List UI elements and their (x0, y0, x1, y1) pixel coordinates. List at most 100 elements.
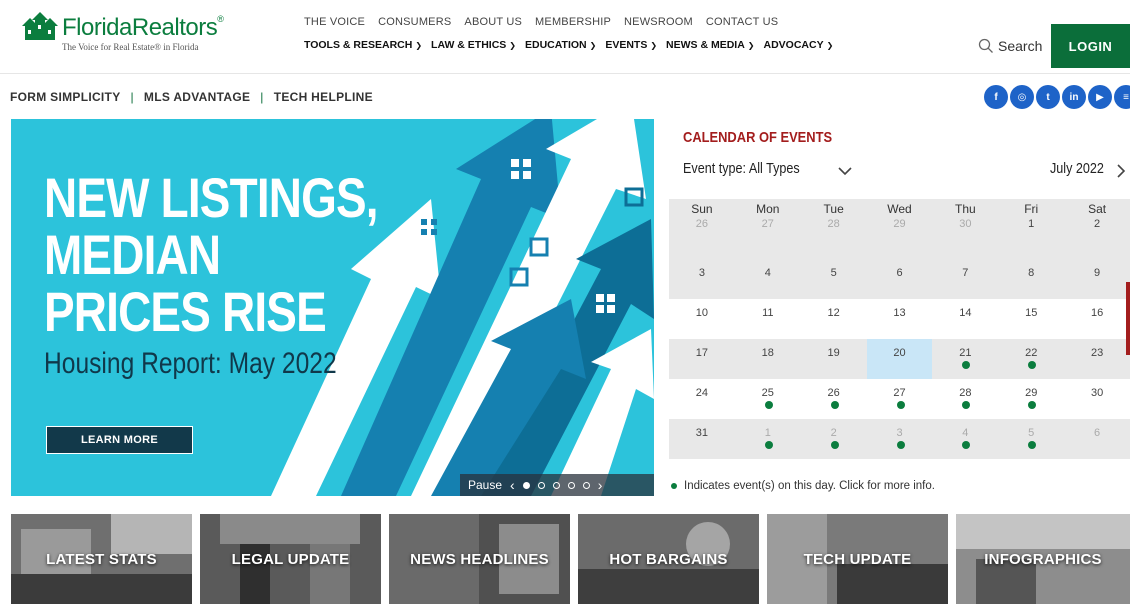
nav-education[interactable]: EDUCATION ❯ (525, 39, 596, 51)
florida-realtors-logo[interactable]: FloridaRealtors® The Voice for Real Esta… (20, 10, 224, 56)
chevron-down-icon: ❯ (589, 41, 597, 50)
calendar-day[interactable]: 25 (735, 379, 801, 419)
calendar-day[interactable]: 3 (669, 259, 735, 299)
calendar-day[interactable]: 10 (669, 299, 735, 339)
tile-news-headlines[interactable]: NEWS HEADLINES (389, 514, 570, 604)
link-tech-helpline[interactable]: TECH HELPLINE (274, 90, 373, 104)
calendar-day[interactable]: 6 (1064, 419, 1130, 459)
tile-infographics[interactable]: INFOGRAPHICS (956, 514, 1130, 604)
nav-consumers[interactable]: CONSUMERS (378, 16, 451, 28)
calendar-day[interactable]: 30 (1064, 379, 1130, 419)
calendar-day[interactable]: 22 (998, 339, 1064, 379)
hero-banner[interactable]: NEW LISTINGS, MEDIAN PRICES RISE Housing… (11, 119, 654, 496)
calendar-day[interactable]: 23 (1064, 339, 1130, 379)
calendar-day[interactable]: 4 (735, 259, 801, 299)
linkedin-icon[interactable]: in (1062, 85, 1086, 109)
link-form-simplicity[interactable]: FORM SIMPLICITY (10, 90, 121, 104)
chevron-down-icon[interactable] (837, 163, 853, 179)
nav-advocacy[interactable]: ADVOCACY ❯ (764, 39, 834, 51)
youtube-icon[interactable]: ▶ (1088, 85, 1112, 109)
calendar-day[interactable]: 2 (801, 419, 867, 459)
carousel-controls: Pause ‹ › (460, 474, 654, 496)
calendar-day[interactable]: 15 (998, 299, 1064, 339)
calendar-day[interactable]: 3 (867, 419, 933, 459)
nav-the-voice[interactable]: THE VOICE (304, 16, 365, 28)
nav-tools-research-label: TOOLS & RESEARCH (304, 39, 413, 51)
tile-legal-update[interactable]: LEGAL UPDATE (200, 514, 381, 604)
chevron-right-icon[interactable] (1115, 163, 1127, 179)
instagram-icon[interactable]: ◎ (1010, 85, 1034, 109)
calendar-day[interactable]: 27 (735, 218, 801, 259)
calendar-day[interactable]: 2 (1064, 218, 1130, 259)
calendar-day[interactable]: 29 (867, 218, 933, 259)
event-dot-icon (764, 401, 773, 409)
event-type-select[interactable]: Event type: All Types (683, 160, 800, 177)
nav-contact-us[interactable]: CONTACT US (706, 16, 779, 28)
calendar-day[interactable]: 31 (669, 419, 735, 459)
calendar-day[interactable]: 6 (867, 259, 933, 299)
calendar-day[interactable]: 7 (932, 259, 998, 299)
twitter-icon[interactable]: t (1036, 85, 1060, 109)
calendar-week-row: 26 27 28 29 30 1 2 (669, 218, 1130, 259)
calendar-day[interactable]: 12 (801, 299, 867, 339)
registered-mark: ® (217, 14, 224, 24)
calendar-day[interactable]: 1 (998, 218, 1064, 259)
calendar-day[interactable]: 19 (801, 339, 867, 379)
link-mls-advantage[interactable]: MLS ADVANTAGE (144, 90, 250, 104)
event-dot-icon (1028, 441, 1037, 449)
search-button[interactable]: Search (978, 38, 1042, 54)
chevron-left-icon[interactable]: ‹ (510, 477, 515, 493)
nav-events-label: EVENTS (605, 39, 648, 51)
rss-icon[interactable]: ≡ (1114, 85, 1130, 109)
carousel-dot[interactable] (552, 481, 560, 489)
chevron-down-icon: ❯ (650, 41, 658, 50)
nav-about-us[interactable]: ABOUT US (464, 16, 522, 28)
hero-headline-line: NEW LISTINGS, (44, 166, 379, 229)
calendar-day[interactable]: 1 (735, 419, 801, 459)
calendar-day[interactable]: 27 (867, 379, 933, 419)
nav-news-media[interactable]: NEWS & MEDIA ❯ (666, 39, 754, 51)
calendar-day[interactable]: 21 (932, 339, 998, 379)
nav-law-ethics[interactable]: LAW & ETHICS ❯ (431, 39, 516, 51)
calendar-day[interactable]: 13 (867, 299, 933, 339)
nav-membership[interactable]: MEMBERSHIP (535, 16, 611, 28)
carousel-dot[interactable] (567, 481, 575, 489)
legend-text: Indicates event(s) on this day. Click fo… (684, 480, 935, 492)
calendar-day[interactable]: 9 (1064, 259, 1130, 299)
carousel-dot[interactable] (582, 481, 590, 489)
nav-education-label: EDUCATION (524, 39, 587, 51)
calendar-day[interactable]: 20 (866, 339, 933, 379)
calendar-day[interactable]: 5 (801, 259, 867, 299)
tile-tech-update[interactable]: TECH UPDATE (767, 514, 948, 604)
nav-newsroom[interactable]: NEWSROOM (624, 16, 693, 28)
calendar-day[interactable]: 8 (998, 259, 1064, 299)
tile-label: NEWS HEADLINES (410, 551, 549, 568)
tile-latest-stats[interactable]: LATEST STATS (11, 514, 192, 604)
calendar-day[interactable]: 28 (801, 218, 867, 259)
chevron-right-icon[interactable]: › (598, 477, 603, 493)
calendar-day[interactable]: 29 (998, 379, 1064, 419)
carousel-dot[interactable] (537, 481, 545, 489)
calendar-day[interactable]: 5 (998, 419, 1064, 459)
calendar-day[interactable]: 18 (735, 339, 801, 379)
carousel-dot[interactable] (522, 481, 530, 489)
calendar-day[interactable]: 14 (932, 299, 998, 339)
nav-tools-research[interactable]: TOOLS & RESEARCH ❯ (304, 39, 422, 51)
hero-headline: NEW LISTINGS, MEDIAN PRICES RISE (44, 166, 379, 340)
calendar-day[interactable]: 4 (932, 419, 998, 459)
pause-button[interactable]: Pause (468, 478, 502, 492)
calendar-day[interactable]: 30 (932, 218, 998, 259)
tile-hot-bargains[interactable]: HOT BARGAINS (578, 514, 759, 604)
nav-events[interactable]: EVENTS ❯ (605, 39, 657, 51)
calendar-day[interactable]: 28 (932, 379, 998, 419)
calendar-day[interactable]: 26 (801, 379, 867, 419)
facebook-icon[interactable]: f (984, 85, 1008, 109)
calendar-day[interactable]: 11 (735, 299, 801, 339)
calendar-day[interactable]: 24 (669, 379, 735, 419)
calendar-day[interactable]: 26 (669, 218, 735, 259)
learn-more-button[interactable]: LEARN MORE (46, 426, 193, 454)
calendar-day[interactable]: 16 (1064, 299, 1130, 339)
calendar-day[interactable]: 17 (669, 339, 735, 379)
login-button[interactable]: LOGIN (1051, 24, 1130, 68)
scroll-indicator[interactable] (1126, 282, 1130, 355)
